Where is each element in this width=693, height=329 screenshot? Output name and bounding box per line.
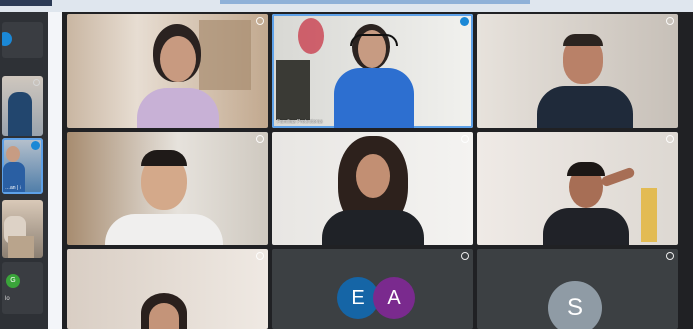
rail-bottom-caption: lo — [5, 296, 10, 302]
rail-tile-participant-3[interactable] — [2, 200, 43, 258]
participant-hair — [563, 34, 603, 46]
speaker-indicator-icon — [460, 17, 469, 26]
background-door — [199, 20, 251, 90]
rail-tile-participant-2[interactable]: …an | ⁝ — [2, 138, 43, 194]
participant-face — [160, 36, 196, 82]
participant-body — [137, 88, 219, 128]
rail-participant-figure — [8, 92, 32, 136]
participant-face — [149, 303, 179, 329]
more-options-icon[interactable] — [256, 135, 264, 143]
participant-face — [356, 154, 390, 198]
participant-avatar: A — [373, 277, 415, 319]
video-tile-4[interactable] — [67, 132, 268, 245]
avatar-initial: E — [351, 287, 365, 309]
rail-status-badge — [2, 32, 12, 46]
top-strip-dark-segment — [0, 0, 52, 6]
participant-name: Familias Protectoras — [277, 119, 323, 125]
more-options-icon[interactable] — [461, 252, 469, 260]
rail-tile-caption: …an | ⁝ — [5, 185, 22, 191]
more-options-icon[interactable] — [666, 252, 674, 260]
background-flowers — [641, 188, 657, 242]
video-tile-6[interactable] — [477, 132, 678, 245]
rail-avatar-badge: G — [6, 274, 20, 288]
participant-body — [537, 86, 633, 128]
participant-hair — [567, 162, 605, 176]
more-options-icon[interactable] — [666, 17, 674, 25]
video-tile-1[interactable] — [67, 14, 268, 128]
rail-tile-top[interactable] — [2, 22, 43, 58]
participant-hair — [141, 150, 187, 166]
background-flowers — [298, 18, 324, 54]
participant-rail: …an | ⁝ G lo — [0, 12, 48, 329]
avatar-initial: A — [387, 287, 401, 309]
participant-shirt — [105, 214, 223, 245]
video-tile-9[interactable]: S — [477, 249, 678, 329]
rail-participant-head — [6, 146, 20, 162]
avatar-initial: S — [566, 294, 583, 321]
participant-body — [543, 208, 629, 245]
video-tile-3[interactable] — [477, 14, 678, 128]
more-options-icon[interactable] — [666, 135, 674, 143]
rail-background-object — [8, 236, 34, 258]
participant-avatar: S — [548, 281, 602, 329]
more-options-icon[interactable] — [256, 17, 264, 25]
video-tile-8[interactable]: E A — [272, 249, 473, 329]
top-strip-blue-segment — [220, 0, 530, 4]
video-tile-7[interactable] — [67, 249, 268, 329]
browser-top-strip — [0, 0, 693, 12]
participant-vest — [334, 68, 414, 128]
background-plant-pot — [276, 60, 310, 120]
participant-body — [322, 210, 424, 245]
more-options-icon[interactable] — [33, 79, 40, 86]
rail-tile-participant-1[interactable] — [2, 76, 43, 136]
video-grid: Familias Protectoras E A S — [62, 12, 693, 329]
speaker-indicator-icon — [31, 141, 40, 150]
participant-raised-arm — [600, 166, 636, 188]
rail-tile-participant-4[interactable]: G lo — [2, 262, 43, 314]
headset-icon — [350, 34, 398, 46]
more-options-icon[interactable] — [256, 252, 264, 260]
video-tile-2[interactable]: Familias Protectoras — [272, 14, 473, 128]
video-tile-5[interactable] — [272, 132, 473, 245]
more-options-icon[interactable] — [461, 135, 469, 143]
